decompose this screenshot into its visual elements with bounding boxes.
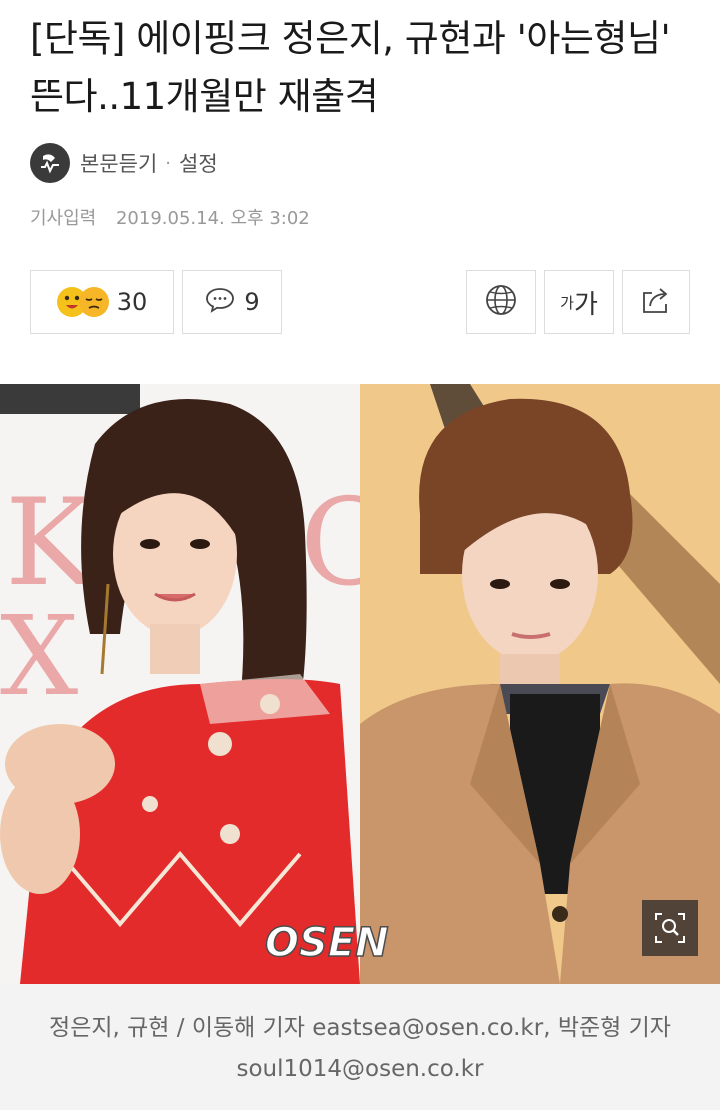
- svg-text:X: X: [0, 592, 78, 720]
- zoom-icon: [655, 913, 685, 943]
- settings-button[interactable]: 설정: [179, 148, 218, 178]
- share-button[interactable]: [622, 270, 690, 334]
- comment-count: 9: [244, 288, 260, 316]
- article-date: 기사입력 2019.05.14. 오후 3:02: [30, 204, 310, 230]
- photo-caption: 정은지, 규현 / 이동해 기자 eastsea@osen.co.kr, 박준형…: [0, 984, 720, 1110]
- date-label: 기사입력: [30, 208, 97, 229]
- date-value: 2019.05.14. 오후 3:02: [115, 208, 310, 229]
- font-size-small-label: 가: [560, 293, 574, 312]
- globe-icon: [484, 283, 518, 321]
- share-icon: [639, 284, 673, 320]
- listen-button[interactable]: 본문듣기: [80, 148, 157, 178]
- reaction-button[interactable]: 30: [30, 270, 174, 334]
- article-headline: [단독] 에이핑크 정은지, 규현과 '아는형님' 뜬다..11개월만 재출격: [30, 17, 671, 118]
- font-size-button[interactable]: 가가: [544, 270, 614, 334]
- article-photo[interactable]: K O X OSEN: [0, 384, 720, 984]
- reaction-sad-emoji-icon: [78, 287, 109, 317]
- listen-icon[interactable]: [30, 143, 70, 183]
- comment-button[interactable]: 9: [182, 270, 282, 334]
- font-size-large-label: 가: [573, 289, 598, 320]
- comment-icon: [204, 286, 236, 318]
- zoom-button[interactable]: [642, 900, 698, 956]
- reaction-count: 30: [116, 288, 148, 316]
- translate-button[interactable]: [466, 270, 536, 334]
- separator-dot: ·: [165, 152, 172, 174]
- listen-row: 본문듣기 · 설정: [30, 142, 218, 184]
- osen-watermark: OSEN: [265, 920, 389, 966]
